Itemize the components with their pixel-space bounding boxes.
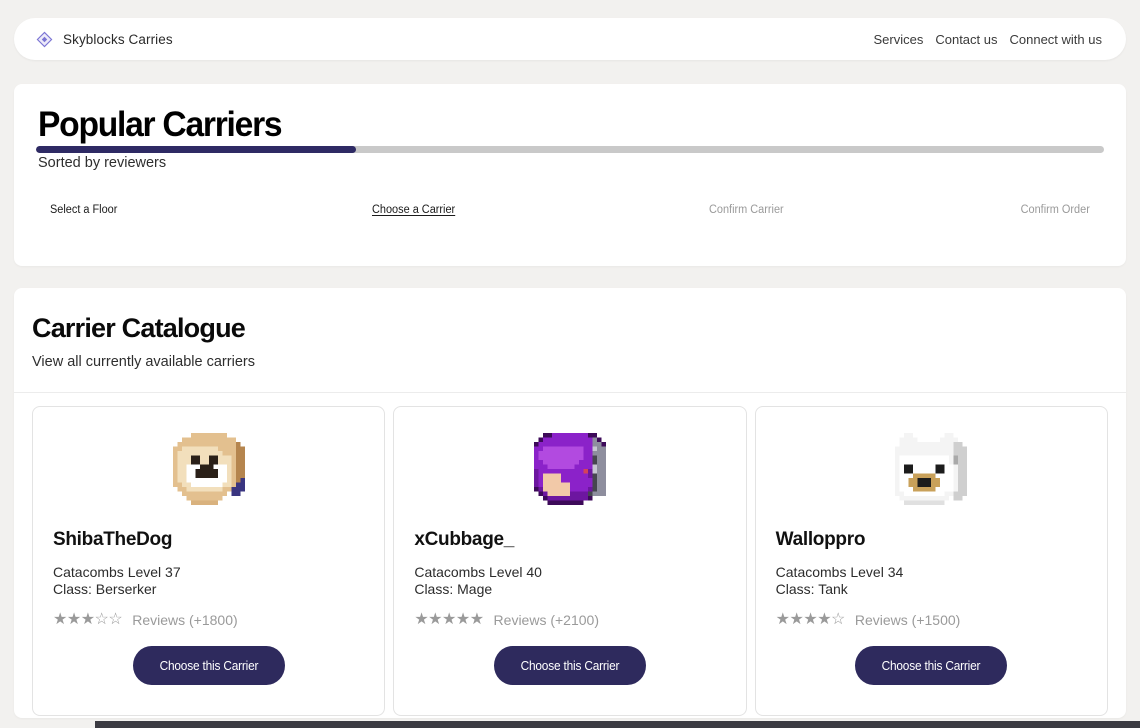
carrier-name: Walloppro [775,528,866,550]
catalogue-title: Carrier Catalogue [32,313,246,343]
carrier-level: Catacombs Level 40 [414,563,542,580]
star-empty-icon: ☆ [94,611,109,629]
review-count: Reviews (+1500) [854,612,961,629]
page-root: Skyblocks Carries Services Contact us Co… [0,0,1140,728]
carrier-card[interactable]: ShibaTheDog Catacombs Level 37 Class: Bers… [32,405,386,716]
carrier-name: ShibaTheDog [53,528,173,550]
star-filled-icon: ★ [455,611,470,629]
carrier-avatar [776,425,1087,513]
brand-logo[interactable]: Skyblocks Carries [36,31,173,48]
catalogue-subtitle: View all currently available carriers [32,353,255,370]
choose-this-carrier-button[interactable]: Choose this Carrier [494,646,646,686]
star-rating[interactable]: ★ ★ ★ ★ ★ [414,611,484,629]
carrier-rating: ★ ★ ★ ☆ ☆ Reviews (+1800) [53,611,364,629]
progress-bar-track [36,146,1104,153]
brand-name: Skyblocks Carries [63,31,173,47]
carrier-class: Class: Mage [414,580,493,597]
carrier-card[interactable]: Walloppro Catacombs Level 34 Class: Tank ★ ★… [754,405,1108,716]
step-choose-a-carrier[interactable]: Choose a Carrier [372,204,455,216]
horizontal-scrollbar-thumb[interactable] [95,721,1140,728]
star-filled-icon: ★ [414,611,429,629]
progress-bar-fill [36,146,357,153]
star-filled-icon: ★ [775,611,790,629]
catalogue-header: Carrier Catalogue View all currently ava… [14,288,1126,393]
step-indicator: Select a Floor Choose a Carrier Confirm … [38,204,1102,226]
carrier-class: Class: Berserker [53,580,157,597]
carrier-avatar [414,425,725,513]
polar-bear-avatar [895,432,968,505]
star-filled-icon: ★ [817,611,832,629]
choose-this-carrier-button[interactable]: Choose this Carrier [132,646,285,686]
step-confirm-order[interactable]: Confirm Order [1021,204,1090,216]
top-navigation-bar: Skyblocks Carries Services Contact us Co… [14,18,1126,60]
star-filled-icon: ★ [53,611,67,629]
carrier-rating: ★ ★ ★ ★ ★ Reviews (+2100) [414,611,725,629]
carrier-card-list: ShibaTheDog Catacombs Level 37 Class: Bers… [14,393,1126,716]
star-filled-icon: ★ [66,611,81,629]
carrier-stats: Catacombs Level 37 Class: Berserker [53,564,364,598]
horizontal-scrollbar-track[interactable] [0,720,1140,728]
nav-links: Services Contact us Connect with us [873,32,1102,47]
star-filled-icon: ★ [469,611,484,629]
star-empty-icon: ☆ [108,611,123,629]
carrier-rating: ★ ★ ★ ★ ☆ Reviews (+1500) [775,611,1087,629]
nav-link-services[interactable]: Services [873,32,923,47]
review-count: Reviews (+2100) [493,612,599,629]
carrier-name: xCubbage_ [414,528,515,550]
star-filled-icon: ★ [428,611,443,629]
carrier-class: Class: Tank [775,580,848,597]
star-filled-icon: ★ [442,611,456,629]
diamond-sparkle-icon [36,31,53,47]
step-confirm-carrier[interactable]: Confirm Carrier [709,204,784,216]
carrier-level: Catacombs Level 34 [775,563,904,580]
choose-this-carrier-button[interactable]: Choose this Carrier [855,646,1008,686]
carrier-catalogue-panel: Carrier Catalogue View all currently ava… [14,288,1126,718]
page-title: Popular Carriers [38,105,283,144]
star-empty-icon: ☆ [831,611,845,629]
step-select-a-floor[interactable]: Select a Floor [50,204,117,216]
shiba-head-avatar [172,432,245,505]
nav-link-connect-with-us[interactable]: Connect with us [1010,32,1103,47]
star-rating[interactable]: ★ ★ ★ ☆ ☆ [53,611,123,629]
star-rating[interactable]: ★ ★ ★ ★ ☆ [775,611,846,629]
purple-hair-avatar [533,432,606,505]
star-filled-icon: ★ [80,611,95,629]
star-filled-icon: ★ [789,611,804,629]
nav-link-contact-us[interactable]: Contact us [935,32,997,47]
carrier-card[interactable]: xCubbage_ Catacombs Level 40 Class: Mage ★ ★… [393,405,747,716]
carrier-stats: Catacombs Level 34 Class: Tank [776,564,1087,598]
star-filled-icon: ★ [803,611,818,629]
carrier-avatar [53,425,364,513]
page-subtitle: Sorted by reviewers [38,154,167,171]
carrier-level: Catacombs Level 37 [53,563,181,580]
review-count: Reviews (+1800) [132,612,238,629]
popular-carriers-panel: Popular Carriers Sorted by reviewers Sel… [14,84,1126,266]
carrier-stats: Catacombs Level 40 Class: Mage [414,564,725,598]
